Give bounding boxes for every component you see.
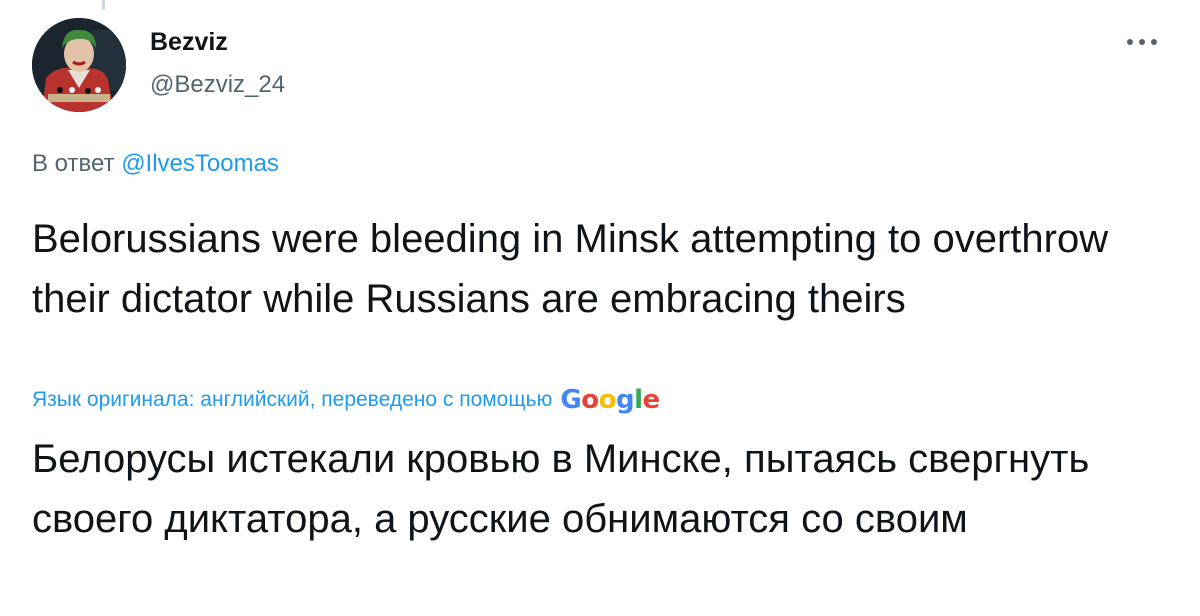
thread-line [102, 0, 105, 10]
translation-attribution: Язык оригинала: английский, переведено с… [32, 385, 660, 415]
tweet-text: Belorussians were bleeding in Minsk atte… [32, 217, 1109, 321]
google-logo-letter: o [598, 385, 617, 415]
author-handle[interactable]: @Bezviz_24 [150, 71, 285, 99]
translated-text: Белорусы истекали кровью в Минске, пытая… [32, 437, 1090, 541]
avatar-image [32, 18, 126, 112]
tweet-card: Bezviz @Bezviz_24 В ответ @IlvesToomas B… [0, 0, 1200, 616]
google-logo[interactable]: Google [560, 385, 660, 415]
translation-note: Язык оригинала: английский, переведено с… [32, 388, 553, 411]
author-name[interactable]: Bezviz [150, 28, 228, 57]
reply-context: В ответ @IlvesToomas [32, 150, 279, 178]
google-logo-letter: o [581, 385, 599, 415]
reply-prefix: В ответ [32, 150, 115, 177]
more-horizontal-icon [1127, 39, 1157, 45]
reply-to-link[interactable]: @IlvesToomas [121, 150, 279, 177]
avatar[interactable] [32, 18, 126, 112]
more-button[interactable] [1118, 26, 1166, 58]
google-logo-letter: G [560, 385, 582, 415]
google-logo-letter: g [615, 385, 635, 415]
google-logo-letter: e [642, 385, 660, 415]
